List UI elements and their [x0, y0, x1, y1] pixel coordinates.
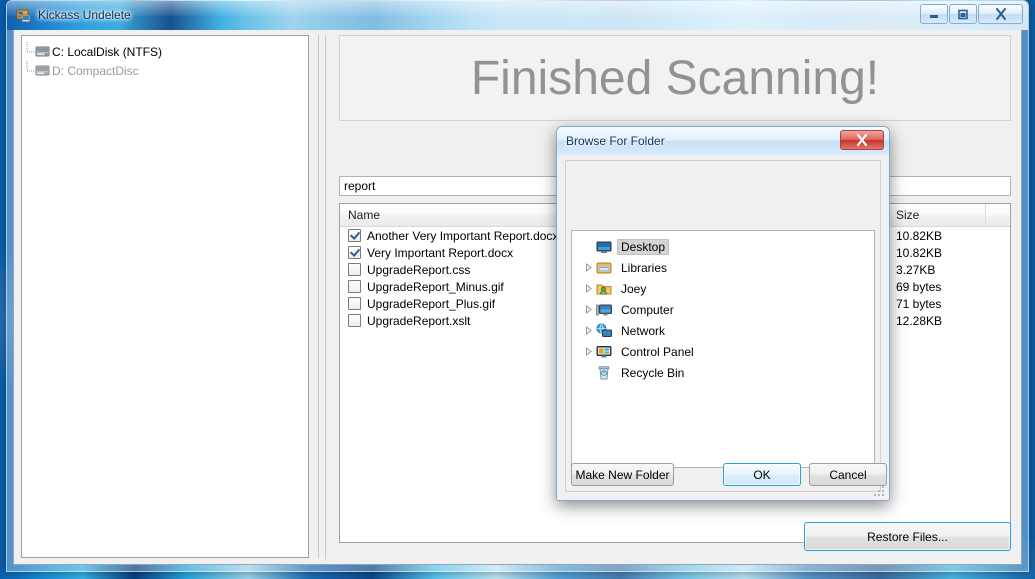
file-size-cell: 10.82KB	[896, 228, 943, 243]
tree-item-network[interactable]: Network	[572, 320, 874, 341]
chevron-right-icon[interactable]	[582, 284, 596, 293]
column-header-size[interactable]: Size	[888, 204, 986, 226]
control-panel-icon	[596, 344, 612, 360]
network-icon	[596, 323, 612, 339]
dialog-title: Browse For Folder	[566, 134, 665, 148]
app-icon	[16, 8, 32, 24]
file-size-cell: 3.27KB	[896, 262, 936, 277]
row-checkbox[interactable]	[348, 297, 361, 310]
monitor-icon	[596, 239, 612, 255]
tree-item-label: Control Panel	[621, 344, 694, 359]
file-name-label: Another Very Important Report.docx	[367, 228, 559, 243]
drive-item-label: D: CompactDisc	[52, 63, 139, 78]
user-folder-icon	[596, 281, 612, 297]
window-controls	[920, 4, 1023, 24]
minimize-button[interactable]	[920, 4, 948, 24]
file-size-cell: 71 bytes	[896, 296, 942, 311]
drive-item-c[interactable]: C: LocalDisk (NTFS)	[22, 42, 308, 61]
tree-item-control-panel[interactable]: Control Panel	[572, 341, 874, 362]
drive-item-d[interactable]: D: CompactDisc	[22, 61, 308, 80]
file-size-cell: 12.28KB	[896, 313, 943, 328]
tree-item-computer[interactable]: Computer	[572, 299, 874, 320]
tree-item-label: Computer	[621, 302, 674, 317]
tree-item-label: Recycle Bin	[621, 365, 685, 380]
computer-icon	[596, 302, 612, 318]
row-checkbox[interactable]	[348, 246, 361, 259]
file-name-label: UpgradeReport.xslt	[367, 313, 471, 328]
dialog-close-button[interactable]	[840, 130, 884, 150]
tree-item-label: Joey	[621, 281, 647, 296]
tree-item-label: Network	[621, 323, 666, 338]
make-new-folder-button[interactable]: Make New Folder	[571, 463, 674, 486]
row-checkbox[interactable]	[348, 229, 361, 242]
drive-item-label: C: LocalDisk (NTFS)	[52, 44, 163, 59]
row-checkbox[interactable]	[348, 280, 361, 293]
scan-status-banner: Finished Scanning!	[339, 35, 1011, 121]
file-name-label: Very Important Report.docx	[367, 245, 514, 260]
optical-drive-icon	[35, 63, 50, 78]
recycle-bin-icon	[596, 365, 612, 381]
file-size-cell: 69 bytes	[896, 279, 942, 294]
chevron-right-icon[interactable]	[582, 326, 596, 335]
ok-button[interactable]: OK	[723, 463, 801, 486]
chevron-right-icon[interactable]	[582, 305, 596, 314]
chevron-right-icon[interactable]	[582, 347, 596, 356]
restore-files-button[interactable]: Restore Files...	[804, 522, 1011, 551]
tree-item-recycle-bin[interactable]: Recycle Bin	[572, 362, 874, 383]
tree-item-label: Desktop	[617, 238, 670, 255]
close-button[interactable]	[978, 4, 1023, 24]
panel-splitter[interactable]	[314, 35, 324, 558]
maximize-button[interactable]	[949, 4, 977, 24]
dialog-body: Desktop Libraries Joey Computer Network …	[557, 155, 889, 500]
drive-tree[interactable]: C: LocalDisk (NTFS) D: CompactDisc	[21, 35, 309, 558]
resize-grip-icon[interactable]	[873, 485, 885, 497]
tree-item-joey[interactable]: Joey	[572, 278, 874, 299]
chevron-right-icon[interactable]	[582, 263, 596, 272]
file-name-label: UpgradeReport_Plus.gif	[367, 296, 496, 311]
window-title: Kickass Undelete	[38, 8, 131, 22]
tree-line-icon	[22, 61, 35, 80]
browse-for-folder-dialog: Browse For Folder Desktop Libraries Joey…	[556, 126, 890, 501]
column-header-extra[interactable]	[986, 204, 1010, 226]
tree-item-libraries[interactable]: Libraries	[572, 257, 874, 278]
file-size-cell: 10.82KB	[896, 245, 943, 260]
tree-item-label: Libraries	[621, 260, 668, 275]
file-name-label: UpgradeReport_Minus.gif	[367, 279, 504, 294]
libraries-icon	[596, 260, 612, 276]
row-checkbox[interactable]	[348, 263, 361, 276]
row-checkbox[interactable]	[348, 314, 361, 327]
scan-status-text: Finished Scanning!	[470, 51, 880, 105]
hard-drive-icon	[35, 44, 50, 59]
cancel-button[interactable]: Cancel	[809, 463, 887, 486]
file-name-label: UpgradeReport.css	[367, 262, 471, 277]
tree-line-icon	[22, 42, 35, 61]
tree-item-desktop[interactable]: Desktop	[572, 236, 874, 257]
dialog-buttons: Make New Folder OK Cancel	[571, 463, 887, 486]
folder-tree[interactable]: Desktop Libraries Joey Computer Network …	[571, 230, 875, 468]
dialog-titlebar[interactable]: Browse For Folder	[557, 127, 889, 156]
titlebar[interactable]: Kickass Undelete	[7, 1, 1028, 30]
